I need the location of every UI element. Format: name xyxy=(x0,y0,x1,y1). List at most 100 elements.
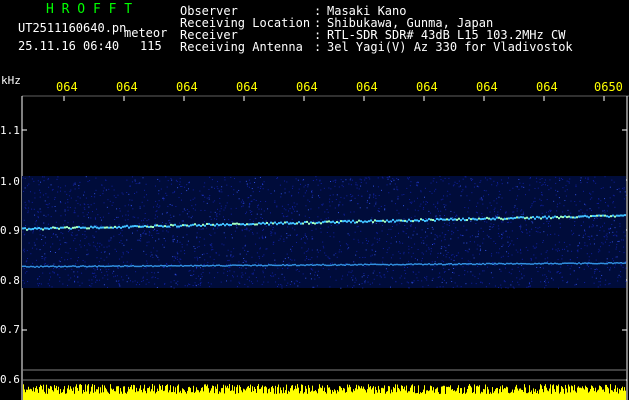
noise-speck xyxy=(371,217,373,219)
noise-speck xyxy=(398,232,400,234)
noise-speck xyxy=(267,208,269,210)
noise-speck xyxy=(245,272,247,274)
noise-speck xyxy=(84,230,86,232)
level-bar xyxy=(256,392,257,400)
noise-speck xyxy=(336,194,338,196)
noise-speck xyxy=(608,245,610,247)
noise-speck xyxy=(140,234,142,236)
noise-speck xyxy=(380,205,382,207)
noise-speck xyxy=(107,263,109,265)
secondary-trace xyxy=(588,262,590,264)
noise-speck xyxy=(270,192,272,194)
noise-speck xyxy=(465,283,467,285)
noise-speck xyxy=(174,273,176,275)
noise-speck xyxy=(264,267,266,269)
noise-speck xyxy=(414,215,416,217)
noise-speck xyxy=(620,263,622,265)
noise-speck xyxy=(296,210,298,212)
level-bar xyxy=(312,385,313,400)
carrier-trace xyxy=(558,217,560,220)
noise-speck xyxy=(561,255,563,257)
noise-speck xyxy=(42,244,44,246)
level-bar xyxy=(195,391,196,400)
secondary-trace xyxy=(488,262,490,265)
noise-speck xyxy=(496,214,498,216)
noise-speck xyxy=(559,273,561,275)
level-bar xyxy=(205,384,206,400)
noise-speck xyxy=(526,229,528,231)
noise-speck xyxy=(286,253,288,255)
noise-speck xyxy=(146,241,148,243)
level-bar xyxy=(180,390,181,400)
noise-speck xyxy=(422,201,424,203)
noise-speck xyxy=(163,198,165,200)
noise-speck xyxy=(615,248,617,250)
noise-speck xyxy=(240,201,242,203)
carrier-trace xyxy=(344,219,346,222)
noise-speck xyxy=(23,282,25,284)
noise-speck xyxy=(156,232,158,234)
level-bar xyxy=(625,390,626,400)
noise-speck xyxy=(43,257,45,259)
noise-speck xyxy=(311,224,313,226)
noise-speck xyxy=(595,277,597,279)
secondary-trace xyxy=(516,262,518,265)
noise-speck xyxy=(425,250,427,252)
secondary-trace xyxy=(318,264,320,266)
noise-speck xyxy=(574,224,576,226)
noise-speck xyxy=(521,273,523,275)
noise-speck xyxy=(475,283,477,285)
noise-speck xyxy=(162,196,164,198)
carrier-trace xyxy=(430,218,432,221)
noise-speck xyxy=(127,210,129,212)
noise-speck xyxy=(376,275,378,277)
noise-speck xyxy=(23,190,25,192)
secondary-trace xyxy=(388,264,390,266)
noise-speck xyxy=(384,205,386,207)
noise-speck xyxy=(307,209,309,211)
secondary-trace xyxy=(514,263,516,265)
noise-speck xyxy=(161,213,163,215)
level-bar xyxy=(260,388,261,400)
carrier-trace xyxy=(394,220,396,223)
noise-speck xyxy=(50,246,52,248)
noise-speck xyxy=(443,271,445,273)
noise-speck xyxy=(261,208,263,210)
carrier-trace xyxy=(566,216,568,219)
secondary-trace xyxy=(522,262,524,265)
carrier-trace xyxy=(384,220,386,223)
level-bar xyxy=(551,393,552,400)
noise-speck xyxy=(43,222,45,224)
noise-speck xyxy=(463,225,465,227)
noise-speck xyxy=(29,191,31,193)
noise-speck xyxy=(116,208,118,210)
noise-speck xyxy=(441,278,443,280)
noise-speck xyxy=(294,206,296,208)
level-bar xyxy=(429,390,430,400)
noise-speck xyxy=(108,239,110,241)
noise-speck xyxy=(281,273,283,275)
level-bar xyxy=(536,393,537,400)
noise-speck xyxy=(382,261,384,263)
noise-speck xyxy=(196,259,198,261)
carrier-trace xyxy=(304,221,306,224)
level-bar xyxy=(32,391,33,400)
noise-speck xyxy=(373,205,375,207)
level-bar xyxy=(157,388,158,400)
secondary-trace xyxy=(490,262,492,265)
level-bar xyxy=(116,386,117,400)
noise-speck xyxy=(170,217,172,219)
level-bar xyxy=(448,386,449,400)
carrier-trace xyxy=(86,227,88,230)
noise-speck xyxy=(552,279,554,281)
noise-speck xyxy=(190,217,192,219)
carrier-trace xyxy=(102,226,104,229)
noise-speck xyxy=(600,217,602,219)
level-bar xyxy=(102,384,103,400)
noise-speck xyxy=(223,244,225,246)
noise-speck xyxy=(113,195,115,197)
level-bar xyxy=(521,389,522,400)
noise-speck xyxy=(314,278,316,280)
noise-speck xyxy=(351,287,353,289)
noise-speck xyxy=(608,283,610,285)
